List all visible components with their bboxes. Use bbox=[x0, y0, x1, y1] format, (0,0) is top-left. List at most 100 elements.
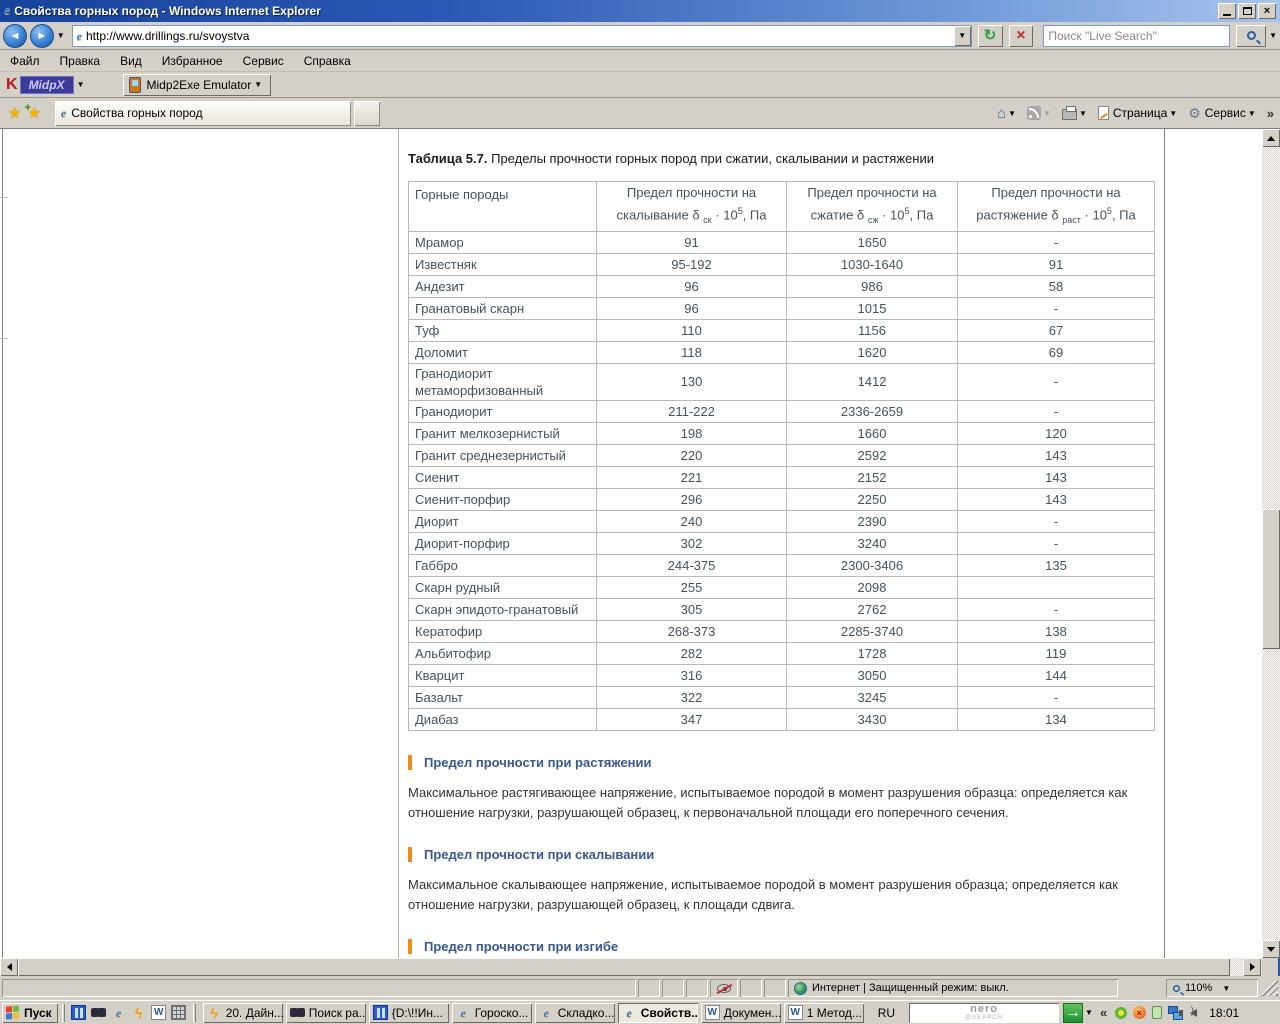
print-dropdown-icon[interactable]: ▼ bbox=[1079, 109, 1087, 118]
table-row: Мрамор 91 1650- bbox=[408, 230, 1155, 254]
value-cell: - bbox=[957, 597, 1155, 621]
task-button-Свойств...[interactable]: e Свойств... bbox=[617, 1002, 698, 1023]
value-cell: 986 bbox=[786, 274, 958, 298]
quicklaunch-search[interactable] bbox=[89, 1003, 109, 1023]
rock-strength-table: Горные породы Предел прочности на скалыван… bbox=[408, 181, 1155, 731]
nero-dropdown-icon[interactable]: ▼ bbox=[1085, 1008, 1093, 1017]
quicklaunch-ie[interactable]: e bbox=[109, 1003, 129, 1023]
menu-item-Сервис[interactable]: Сервис bbox=[233, 52, 294, 70]
table-caption-text: Пределы прочности горных пород при сжати… bbox=[487, 151, 934, 166]
task-button-20. Дайн...[interactable]: ϟ 20. Дайн... bbox=[202, 1002, 283, 1023]
rock-name-cell: Габбро bbox=[408, 553, 597, 577]
language-indicator[interactable]: RU bbox=[872, 1004, 901, 1022]
task-button-Докумен...[interactable]: W Докумен... bbox=[700, 1002, 781, 1023]
table-row: Гранатовый скарн 96 1015- bbox=[408, 296, 1155, 320]
rock-name-cell: Доломит bbox=[408, 340, 597, 364]
value-cell: 1030-1640 bbox=[786, 252, 958, 276]
section-1: Предел прочности при скалывании Максималь… bbox=[408, 846, 1148, 915]
url-input[interactable] bbox=[86, 28, 954, 43]
toolbar-overflow-button[interactable]: » bbox=[1267, 106, 1274, 121]
close-button[interactable]: × bbox=[1258, 3, 1276, 19]
rock-name-cell: Скарн эпидото-гранатовый bbox=[408, 597, 597, 621]
stop-button[interactable]: × bbox=[1008, 24, 1034, 47]
address-field[interactable]: e ▼ bbox=[71, 24, 972, 47]
history-dropdown-icon[interactable]: ▼ bbox=[57, 31, 65, 40]
menu-item-Избранное[interactable]: Избранное bbox=[152, 52, 233, 70]
task-button-Гороско...[interactable]: e Гороско... bbox=[451, 1002, 532, 1023]
scroll-right-button[interactable] bbox=[1243, 958, 1261, 976]
tools-menu-button[interactable]: ⚙ Сервис ▼ bbox=[1188, 105, 1259, 122]
status-message-segment bbox=[2, 979, 636, 997]
table-row: Андезит 96 986 58 bbox=[408, 274, 1155, 298]
favorites-center-button[interactable]: ★ bbox=[8, 104, 21, 122]
midpx-dropdown-icon[interactable]: ▼ bbox=[77, 80, 85, 89]
value-cell: 2250 bbox=[786, 487, 958, 511]
quicklaunch-lightning[interactable]: ϟ bbox=[129, 1003, 149, 1023]
menu-item-Вид[interactable]: Вид bbox=[110, 52, 152, 70]
menu-item-Правка[interactable]: Правка bbox=[50, 52, 111, 70]
quicklaunch-word[interactable]: W bbox=[149, 1003, 169, 1023]
value-cell: 347 bbox=[596, 707, 787, 731]
nero-go-button[interactable]: → bbox=[1063, 1002, 1084, 1023]
scroll-down-button[interactable] bbox=[1262, 940, 1280, 958]
task-button-1 Метод...[interactable]: W1 Метод... bbox=[783, 1002, 864, 1023]
quicklaunch-explorer[interactable] bbox=[69, 1003, 89, 1023]
page-menu-button[interactable]: Страница ▼ bbox=[1097, 106, 1180, 120]
search-box[interactable] bbox=[1043, 24, 1231, 47]
value-cell: - bbox=[957, 399, 1155, 423]
tools-menu-label: Сервис bbox=[1204, 106, 1246, 120]
table-row: Скарн рудный 255 2098 bbox=[408, 575, 1155, 599]
value-cell: 302 bbox=[596, 531, 787, 555]
vertical-scrollbar[interactable] bbox=[1262, 129, 1280, 958]
add-favorite-button[interactable]: ★ + bbox=[24, 102, 40, 122]
minimize-button[interactable] bbox=[1218, 3, 1236, 19]
vertical-scroll-thumb[interactable] bbox=[1262, 509, 1280, 649]
phishing-filter-icon bbox=[717, 983, 731, 993]
status-segment bbox=[764, 979, 786, 997]
zoom-dropdown-icon[interactable]: ▼ bbox=[1222, 984, 1230, 993]
back-button[interactable]: ◄ bbox=[3, 23, 27, 48]
new-tab-stub[interactable] bbox=[353, 100, 380, 126]
horizontal-scroll-thumb[interactable] bbox=[18, 958, 1230, 976]
tray-power-icon[interactable] bbox=[1149, 1005, 1165, 1021]
rss-feed-icon bbox=[1027, 106, 1042, 120]
zoom-control[interactable]: 110% ▼ bbox=[1166, 979, 1258, 997]
rock-name-cell: Сиенит bbox=[408, 465, 597, 489]
search-options-icon[interactable]: ▼ bbox=[1269, 31, 1277, 40]
value-cell: 130 bbox=[596, 362, 787, 401]
restore-button[interactable] bbox=[1238, 3, 1256, 19]
task-button-{D:\!!Ин...[interactable]: {D:\!!Ин... bbox=[368, 1002, 449, 1023]
tray-security-alert-icon[interactable] bbox=[1131, 1005, 1147, 1021]
start-button[interactable]: Пуск bbox=[2, 1002, 58, 1023]
search-button[interactable] bbox=[1236, 24, 1267, 47]
tray-antivirus-icon[interactable] bbox=[1113, 1005, 1129, 1021]
print-button[interactable]: ▼ bbox=[1061, 106, 1090, 120]
command-bar: ★ ★ + e Свойства горных пород ⌂ ▼ ▼ ▼ Стр… bbox=[0, 98, 1280, 129]
horizontal-scrollbar[interactable] bbox=[0, 958, 1262, 976]
scroll-up-button[interactable] bbox=[1262, 129, 1280, 147]
value-cell: 134 bbox=[957, 707, 1155, 731]
value-cell: 143 bbox=[957, 465, 1155, 489]
tray-collapse-button[interactable]: « bbox=[1100, 1005, 1107, 1020]
tray-volume-icon[interactable] bbox=[1178, 1005, 1201, 1021]
home-dropdown-icon[interactable]: ▼ bbox=[1008, 109, 1016, 118]
resize-grip[interactable] bbox=[1262, 980, 1278, 996]
nero-search-box[interactable]: nero @SEARCH bbox=[909, 1002, 1060, 1023]
feeds-button[interactable]: ▼ bbox=[1027, 106, 1054, 120]
task-button-Поиск ра...[interactable]: Поиск ра... bbox=[285, 1002, 366, 1023]
value-cell: 2152 bbox=[786, 465, 958, 489]
task-button-Складко...[interactable]: e Складко... bbox=[534, 1002, 615, 1023]
search-input[interactable] bbox=[1044, 28, 1230, 43]
address-dropdown-button[interactable]: ▼ bbox=[953, 25, 971, 46]
refresh-button[interactable]: ↻ bbox=[977, 24, 1003, 47]
forward-button[interactable]: ► bbox=[29, 23, 54, 48]
scroll-left-button[interactable] bbox=[0, 958, 18, 976]
menu-item-Файл[interactable]: Файл bbox=[0, 52, 50, 70]
menu-item-Справка[interactable]: Справка bbox=[294, 52, 361, 70]
home-button[interactable]: ⌂ ▼ bbox=[997, 105, 1019, 122]
quicklaunch-calculator[interactable] bbox=[169, 1003, 189, 1023]
word-icon: W bbox=[151, 1005, 167, 1020]
tab-active[interactable]: e Свойства горных пород bbox=[54, 100, 351, 126]
midpx-logo[interactable]: MidpX bbox=[19, 75, 74, 94]
midp2exe-button[interactable]: Midp2Exe Emulator ▼ bbox=[123, 73, 272, 96]
